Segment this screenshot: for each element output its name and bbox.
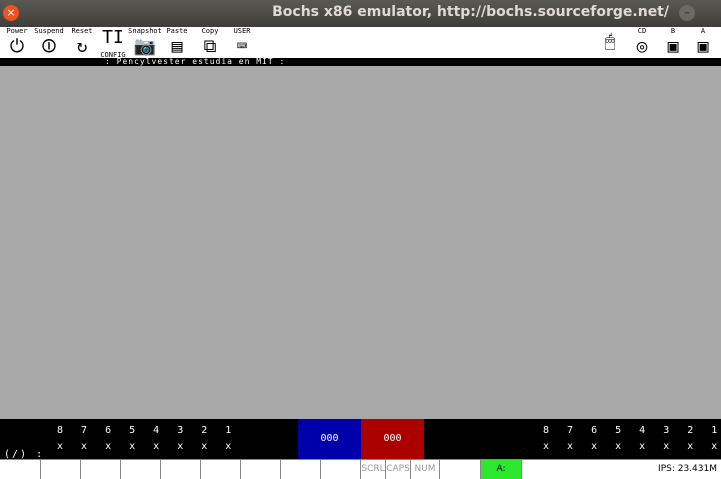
num-indicator: NUM xyxy=(411,460,440,479)
status-cell xyxy=(41,460,81,479)
right-numbers: 8 7 6 5 4 3 2 1 xyxy=(543,425,721,436)
floppy-a-button[interactable]: A ▣ xyxy=(690,27,716,60)
mouse-button[interactable]: 🖱 xyxy=(594,27,626,60)
status-cell xyxy=(0,460,41,479)
keyboard-icon: ⌨ xyxy=(236,36,248,57)
floppy-b-label: B xyxy=(670,27,676,35)
title-bar: × – Bochs x86 emulator, http://bochs.sou… xyxy=(0,0,721,27)
status-bar: SCRL CAPS NUM A: IPS: 23.431M xyxy=(0,459,721,479)
suspend-label: Suspend xyxy=(34,27,64,35)
caps-indicator: CAPS xyxy=(386,460,411,479)
status-cell xyxy=(440,460,481,479)
paste-label: Paste xyxy=(166,27,188,35)
status-cell xyxy=(321,460,361,479)
drive-a-indicator: A: xyxy=(481,460,522,479)
status-cell xyxy=(241,460,281,479)
user-label: USER xyxy=(233,27,251,35)
mouse-icon: 🖱 xyxy=(604,31,616,52)
suspend-icon: ⏼ xyxy=(41,36,57,57)
red-indicator: 000 xyxy=(361,419,424,459)
user-button[interactable]: USER ⌨ xyxy=(226,27,258,60)
power-icon: ⏻ xyxy=(9,36,25,57)
config-button[interactable]: TI CONFIG xyxy=(99,27,127,60)
close-button[interactable]: × xyxy=(3,5,19,21)
floppy-b-icon: ▣ xyxy=(667,36,679,57)
bochs-toolbar: Power ⏻ Suspend ⏼ Reset ↻ TI CONFIG Snap… xyxy=(0,27,721,60)
minimize-button[interactable]: – xyxy=(679,5,695,21)
camera-icon: 📷 xyxy=(133,36,157,57)
blue-indicator: 000 xyxy=(298,419,361,459)
right-marks: x x x x x x x x xyxy=(543,441,721,452)
snapshot-label: Snapshot xyxy=(128,27,162,35)
config-icon: TI xyxy=(102,27,124,48)
floppy-a-label: A xyxy=(700,27,706,35)
copy-label: Copy xyxy=(201,27,219,35)
snapshot-button[interactable]: Snapshot 📷 xyxy=(127,27,163,60)
ips-indicator: IPS: 23.431M xyxy=(658,464,717,474)
floppy-b-button[interactable]: B ▣ xyxy=(660,27,686,60)
left-numbers: 8 7 6 5 4 3 2 1 xyxy=(57,425,238,436)
marquee-text: : Pencylvester estudia en MIT : xyxy=(105,57,286,66)
cdrom-icon: ◎ xyxy=(636,36,648,57)
copy-icon: ⧉ xyxy=(203,36,217,57)
left-marks: x x x x x x x x xyxy=(57,441,238,452)
power-button[interactable]: Power ⏻ xyxy=(2,27,32,60)
status-cell xyxy=(281,460,321,479)
scrl-indicator: SCRL xyxy=(361,460,386,479)
cd-label: CD xyxy=(637,27,647,35)
reset-label: Reset xyxy=(71,27,93,35)
blue-value: 000 xyxy=(320,433,339,444)
paste-icon: ▤ xyxy=(171,36,183,57)
status-cell xyxy=(121,460,161,479)
status-panel: 8 7 6 5 4 3 2 1 x x x x x x x x (/) : 00… xyxy=(0,419,721,460)
suspend-button[interactable]: Suspend ⏼ xyxy=(33,27,65,60)
status-cell xyxy=(161,460,201,479)
reset-icon: ↻ xyxy=(76,36,88,57)
emulator-screen[interactable] xyxy=(0,66,721,419)
paste-button[interactable]: Paste ▤ xyxy=(164,27,190,60)
status-cell xyxy=(201,460,241,479)
status-cell xyxy=(81,460,121,479)
window-title: Bochs x86 emulator, http://bochs.sourcef… xyxy=(272,4,669,20)
marquee-strip: : Pencylvester estudia en MIT : xyxy=(0,58,721,66)
reset-button[interactable]: Reset ↻ xyxy=(66,27,98,60)
power-label: Power xyxy=(6,27,28,35)
floppy-a-icon: ▣ xyxy=(697,36,709,57)
red-value: 000 xyxy=(383,433,402,444)
cdrom-button[interactable]: CD ◎ xyxy=(628,27,656,60)
copy-button[interactable]: Copy ⧉ xyxy=(196,27,224,60)
